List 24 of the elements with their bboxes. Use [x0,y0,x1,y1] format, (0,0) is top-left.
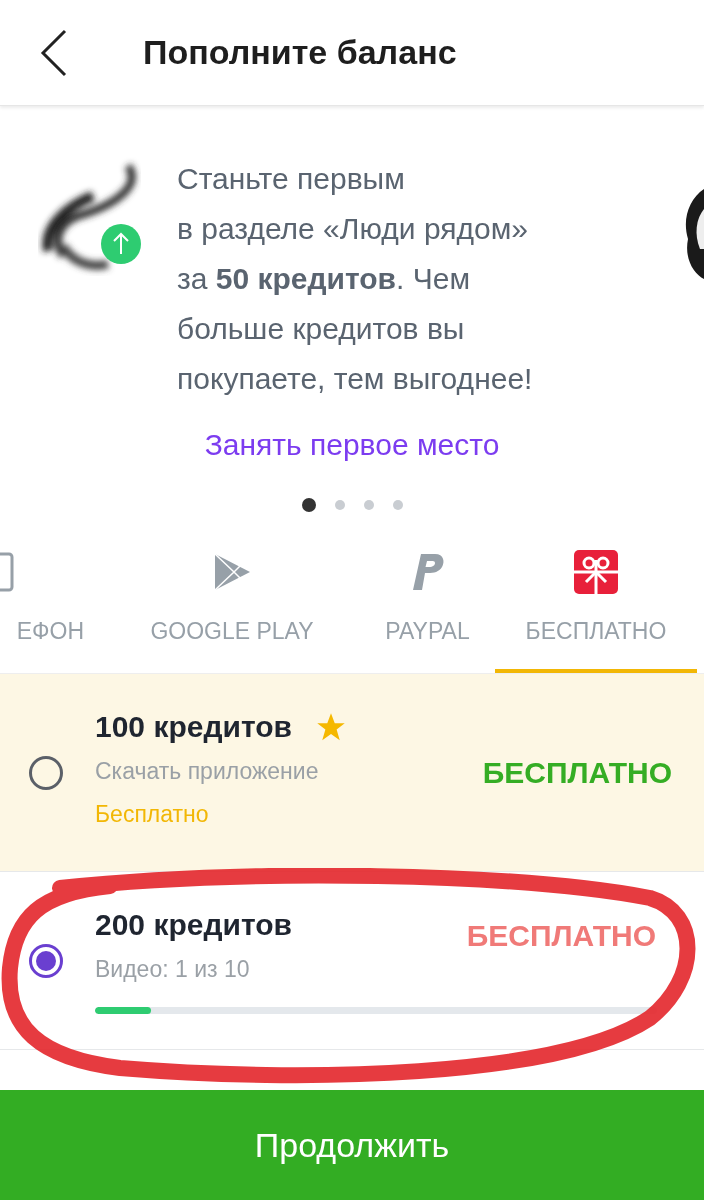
continue-button[interactable]: Продолжить [0,1090,704,1200]
carousel-dot[interactable] [363,500,374,510]
offer-price: БЕСПЛАТНО [466,918,656,953]
carousel-dot[interactable] [392,500,403,510]
payment-tab[interactable]: ЕФОН [0,538,84,673]
carousel-dot[interactable] [334,500,345,510]
offer-subtitle: Скачать приложение [95,757,320,785]
back-icon[interactable] [40,28,68,77]
phone-icon [0,550,14,594]
payment-tab[interactable]: PAYPAL [360,538,495,673]
radio-button[interactable] [29,755,63,790]
offer-title: 100 кредитов [95,709,292,744]
radio-button[interactable] [29,943,63,978]
page-title: Пополните баланс [143,33,457,72]
carousel-dot[interactable] [301,498,316,512]
gift-icon [574,550,618,594]
offer-subtitle: Видео: 1 из 10 [95,955,251,983]
promo-text: Станьте первым в разделе «Люди рядом» за 50 кредитов. Чем больше кредитов вы покупаете, тем выгоднее! [177,161,534,397]
payment-tab[interactable]: GOOGLE PLAY [84,538,360,673]
offer-price: БЕСПЛАТНО [482,755,672,790]
offer-status: Бесплатно [95,800,210,828]
offer-row[interactable]: 100 кредитов Скачать приложение Бесплатно БЕСПЛАТНО [0,674,704,872]
take-first-place-link[interactable]: Занять первое место [204,428,500,462]
offer-title: 200 кредитов [95,907,292,942]
